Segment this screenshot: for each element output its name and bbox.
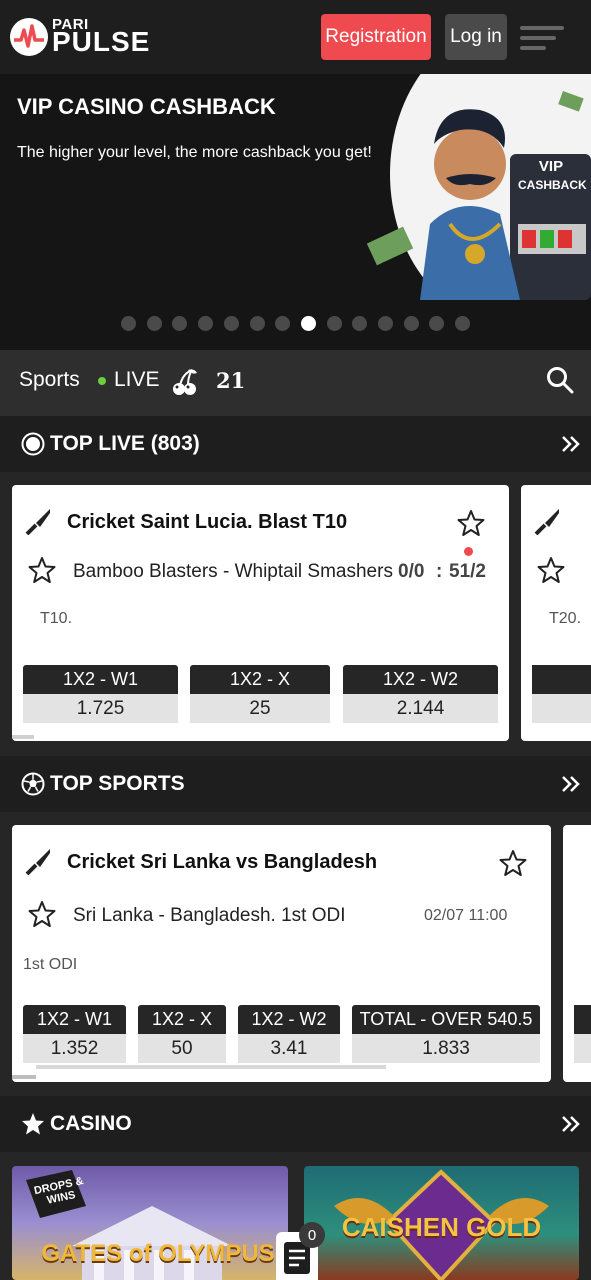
serving-dot <box>464 547 473 556</box>
banner-subtitle: The higher your level, the more cashback… <box>17 144 372 161</box>
odd-button-x[interactable]: 1X2 - X 50 <box>138 1005 226 1065</box>
pari-pulse-logo[interactable]: PARI PULSE <box>10 16 160 58</box>
cricket-bat-icon <box>24 847 52 876</box>
game-title: CAISHEN GOLD <box>341 1212 542 1242</box>
app-header: PARI PULSE Registration Log in <box>0 0 591 74</box>
odd-value-peek[interactable] <box>574 1034 591 1063</box>
prematch-card-next[interactable] <box>563 825 591 1082</box>
game-title: GATES of OLYMPUS <box>41 1240 275 1267</box>
live-match-card[interactable]: Cricket Saint Lucia. Blast T10 Bamboo Bl… <box>12 485 509 741</box>
star-icon <box>21 1112 45 1136</box>
betslip-count-badge: 0 <box>299 1222 325 1248</box>
slide-dot[interactable] <box>403 316 419 331</box>
odds-scrollbar[interactable] <box>36 1065 386 1069</box>
hamburger-icon[interactable] <box>520 26 564 50</box>
nav-live[interactable]: LIVE <box>114 368 160 392</box>
casino-title: CASINO <box>50 1112 132 1135</box>
odd-button-x[interactable]: 1X2 - X 25 <box>190 665 330 725</box>
casino-game-tile[interactable]: CAISHEN GOLD <box>304 1166 579 1280</box>
slide-dot[interactable] <box>352 316 368 331</box>
cherries-icon[interactable] <box>172 368 198 396</box>
odd-button-total-over[interactable]: TOTAL - OVER 540.5 1.833 <box>352 1005 540 1065</box>
slide-dot[interactable] <box>223 316 239 331</box>
slide-dot[interactable] <box>300 316 316 331</box>
favorite-star-icon[interactable] <box>457 509 485 537</box>
match-teams: Sri Lanka - Bangladesh. 1st ODI <box>73 905 346 926</box>
vip-sign: VIP CASHBACK <box>518 158 587 192</box>
odd-label-peek[interactable] <box>574 1005 591 1034</box>
slide-dot[interactable] <box>121 316 136 331</box>
odd-button-w1[interactable]: 1X2 - W1 1.352 <box>23 1005 126 1065</box>
score-right: 51/2 <box>449 561 486 582</box>
odd-button-w2[interactable]: 1X2 - W2 3.41 <box>238 1005 340 1065</box>
slide-dot[interactable] <box>378 316 393 331</box>
top-live-title: TOP LIVE (803) <box>50 432 200 455</box>
logo-text-bottom: PULSE <box>52 26 151 57</box>
match-format: T10. <box>40 610 73 627</box>
sports-nav-bar: Sports LIVE 21 <box>0 350 591 416</box>
live-circle-icon <box>21 432 45 456</box>
score-left: 0/0 <box>398 561 425 582</box>
match-datetime: 02/07 11:00 <box>424 907 508 924</box>
nav-21[interactable]: 21 <box>216 368 245 393</box>
slide-indicator <box>0 316 591 332</box>
cricket-bat-icon <box>533 507 561 536</box>
chevron-right-double-icon[interactable] <box>560 1114 582 1134</box>
odd-value-peek[interactable] <box>532 694 591 723</box>
league-title: Cricket Sri Lanka vs Bangladesh <box>67 851 378 873</box>
slide-dot[interactable] <box>249 316 265 331</box>
slide-dot[interactable] <box>275 316 291 331</box>
cricket-bat-icon <box>24 507 52 536</box>
match-teams: Bamboo Blasters - Whiptail Smashers <box>73 561 393 582</box>
odd-label-peek[interactable] <box>532 665 591 694</box>
casino-header[interactable]: CASINO <box>0 1096 591 1152</box>
banner-title: VIP CASINO CASHBACK <box>17 94 276 119</box>
registration-button[interactable]: Registration <box>321 14 431 60</box>
casino-game-tile[interactable]: DROPS & WINS GATES of OLYMPUS <box>12 1166 288 1280</box>
live-match-card-next[interactable]: T20. <box>521 485 591 741</box>
live-indicator-dot <box>98 377 106 385</box>
promo-banner[interactable]: VIP CASINO CASHBACK The higher your leve… <box>0 74 591 350</box>
chevron-right-double-icon[interactable] <box>560 434 582 454</box>
odd-button-w1[interactable]: 1X2 - W1 1.725 <box>23 665 178 725</box>
login-button[interactable]: Log in <box>445 14 507 60</box>
top-live-header[interactable]: TOP LIVE (803) <box>0 416 591 472</box>
nav-sports[interactable]: Sports <box>19 368 80 392</box>
pulse-logo-icon <box>10 18 48 56</box>
score-separator: : <box>436 561 443 582</box>
soccer-ball-icon <box>21 772 45 796</box>
slide-dot[interactable] <box>146 316 162 331</box>
slide-dot[interactable] <box>172 316 188 331</box>
favorite-match-star-icon[interactable] <box>537 556 565 584</box>
odd-button-w2[interactable]: 1X2 - W2 2.144 <box>343 665 498 725</box>
favorite-match-star-icon[interactable] <box>28 900 56 928</box>
slide-dot[interactable] <box>429 316 445 331</box>
prematch-card[interactable]: Cricket Sri Lanka vs Bangladesh Sri Lank… <box>12 825 551 1082</box>
league-title: Cricket Saint Lucia. Blast T10 <box>67 511 348 533</box>
top-sports-header[interactable]: TOP SPORTS <box>0 756 591 812</box>
banner-illustration: VIP CASHBACK <box>350 74 591 324</box>
favorite-star-icon[interactable] <box>499 849 527 877</box>
card-scroll-indicator <box>12 1075 36 1079</box>
slide-dot[interactable] <box>455 316 471 331</box>
search-icon[interactable] <box>546 366 574 394</box>
match-format: T20. <box>549 610 582 627</box>
top-sports-title: TOP SPORTS <box>50 772 185 795</box>
favorite-match-star-icon[interactable] <box>28 556 56 584</box>
card-scroll-indicator <box>12 735 34 739</box>
match-format: 1st ODI <box>23 956 78 973</box>
chevron-right-double-icon[interactable] <box>560 774 582 794</box>
slide-dot[interactable] <box>326 316 342 331</box>
slide-dot[interactable] <box>198 316 214 331</box>
